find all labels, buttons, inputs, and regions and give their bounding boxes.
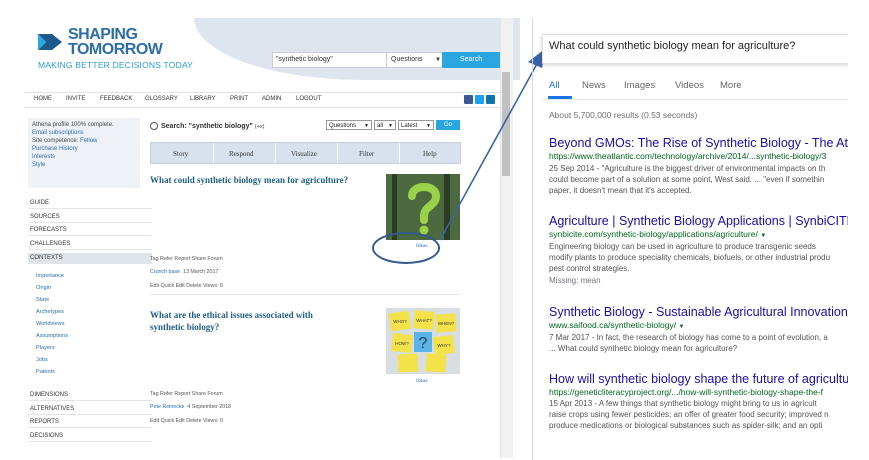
result-snippet-2b: modify plants to produce speciality chem…	[549, 253, 831, 262]
panel-divider	[532, 18, 533, 460]
result-snippet-1c: paper, it doesn't mean that it's accepte…	[549, 186, 692, 195]
result-snippet-3b: ... What could synthetic biology mean fo…	[549, 344, 738, 353]
result-snippet-4c: produce medications or biological substa…	[549, 421, 823, 430]
result-snippet-1b: could become part of a solution at some …	[549, 175, 825, 184]
google-search-query[interactable]: What could synthetic biology mean for ag…	[549, 40, 795, 52]
result-url-3[interactable]: www.saifood.ca/synthetic-biology/ ▼	[549, 320, 684, 330]
result-title-3[interactable]: Synthetic Biology - Sustainable Agricult…	[549, 305, 866, 319]
result-snippet-2c: pest control strategies.	[549, 264, 630, 273]
tabs-divider	[542, 99, 848, 100]
result-url-2[interactable]: synbicite.com/synthetic-biology/applicat…	[549, 229, 766, 239]
result-title-1[interactable]: Beyond GMOs: The Rise of Synthetic Biolo…	[549, 136, 865, 150]
result-snippet-1a: 25 Sep 2014 - "Agriculture is the bigges…	[549, 164, 826, 173]
tab-more[interactable]: More	[720, 80, 742, 91]
result-stats: About 5,700,000 results (0.53 seconds)	[549, 110, 698, 120]
result-snippet-4b: raise crops using fewer pesticides; an o…	[549, 410, 829, 419]
tab-videos[interactable]: Videos	[675, 80, 704, 91]
result-snippet-2a: Engineering biology can be used in agric…	[549, 242, 816, 251]
result-snippet-3a: 7 Mar 2017 - In fact, the research of bi…	[549, 333, 828, 342]
result-missing-2: Missing: mean	[549, 276, 601, 285]
tab-all[interactable]: All	[549, 80, 560, 91]
tab-images[interactable]: Images	[624, 80, 655, 91]
result-url-4[interactable]: https://geneticliteracyproject.org/.../h…	[549, 387, 823, 397]
result-url-3-text: www.saifood.ca/synthetic-biology/	[549, 320, 677, 330]
result-snippet-4a: 15 Apr 2013 - A few things that syntheti…	[549, 399, 817, 408]
result-url-1[interactable]: https://www.theatlantic.com/technology/a…	[549, 151, 826, 161]
dropdown-arrow-icon[interactable]: ▼	[678, 324, 684, 330]
dropdown-arrow-icon[interactable]: ▼	[760, 233, 766, 239]
result-title-4[interactable]: How will synthetic biology shape the fut…	[549, 372, 860, 386]
result-url-2-text: synbicite.com/synthetic-biology/applicat…	[549, 229, 758, 239]
right-margin	[848, 0, 869, 460]
tab-news[interactable]: News	[582, 80, 606, 91]
result-title-2[interactable]: Agriculture | Synthetic Biology Applicat…	[549, 214, 855, 228]
